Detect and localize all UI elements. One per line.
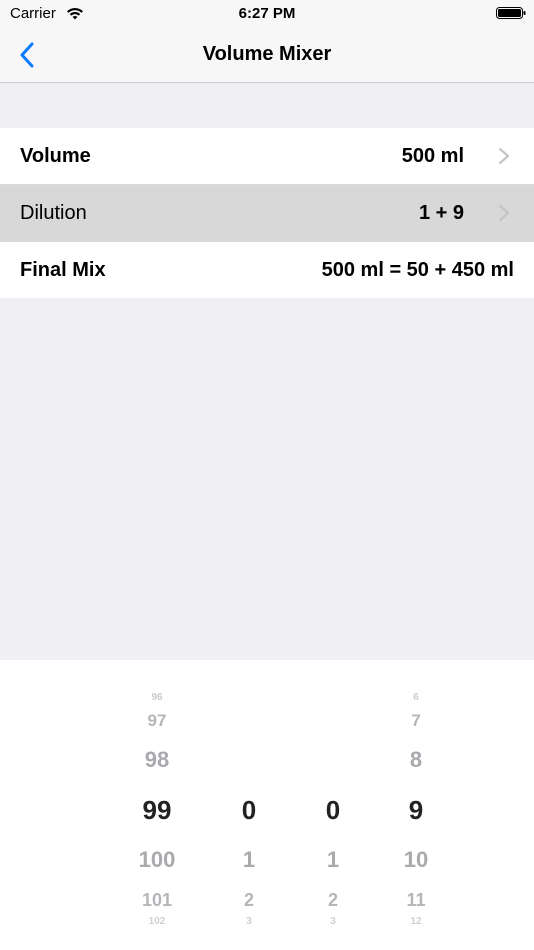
volume-row[interactable]: Volume 500 ml bbox=[0, 128, 534, 185]
picker-selected-value[interactable]: 0 bbox=[293, 797, 373, 823]
picker-option[interactable]: 1 bbox=[209, 849, 289, 871]
status-bar: Carrier 6:27 PM bbox=[0, 0, 534, 28]
picker-option[interactable]: 6 bbox=[376, 693, 456, 703]
picker-selected-value[interactable]: 99 bbox=[117, 797, 197, 823]
picker-option[interactable]: 7 bbox=[376, 712, 456, 729]
picker-option[interactable]: 12 bbox=[376, 917, 456, 927]
picker-option[interactable]: 102 bbox=[117, 917, 197, 927]
picker-option[interactable]: 3 bbox=[209, 917, 289, 927]
page-title: Volume Mixer bbox=[202, 43, 332, 65]
picker-option[interactable]: 97 bbox=[117, 712, 197, 729]
picker-selected-value[interactable]: 9 bbox=[376, 797, 456, 823]
picker-column[interactable]: 0 1 2 3 bbox=[209, 660, 289, 950]
volume-label: Volume bbox=[20, 145, 91, 167]
picker-option[interactable]: 2 bbox=[293, 891, 373, 909]
navigation-bar: Volume Mixer bbox=[0, 28, 534, 83]
picker-option[interactable]: 10 bbox=[376, 849, 456, 871]
chevron-right-icon bbox=[498, 148, 510, 164]
final-mix-label: Final Mix bbox=[20, 259, 106, 281]
picker-column[interactable]: 99 98 97 96 100 101 102 bbox=[117, 660, 197, 950]
chevron-right-icon bbox=[498, 205, 510, 221]
final-mix-value: 500 ml = 50 + 450 ml bbox=[321, 259, 514, 281]
picker-option[interactable]: 100 bbox=[117, 849, 197, 871]
dilution-label: Dilution bbox=[20, 202, 87, 224]
picker-option[interactable]: 96 bbox=[117, 693, 197, 703]
picker-option[interactable]: 2 bbox=[209, 891, 289, 909]
picker-option[interactable]: 101 bbox=[117, 891, 197, 909]
final-mix-row: Final Mix 500 ml = 50 + 450 ml bbox=[0, 242, 534, 298]
picker-option[interactable]: 8 bbox=[376, 749, 456, 771]
dilution-row[interactable]: Dilution 1 + 9 bbox=[0, 185, 534, 242]
picker-option[interactable]: 11 bbox=[376, 891, 456, 909]
picker-option[interactable]: 3 bbox=[293, 917, 373, 927]
picker-selected-value[interactable]: 0 bbox=[209, 797, 289, 823]
picker-option[interactable]: 1 bbox=[293, 849, 373, 871]
status-time: 6:27 PM bbox=[238, 5, 296, 22]
dilution-value: 1 + 9 bbox=[418, 202, 464, 224]
picker-option[interactable]: 98 bbox=[117, 749, 197, 771]
volume-value: 500 ml bbox=[401, 145, 464, 167]
picker-column[interactable]: 0 1 2 3 bbox=[293, 660, 373, 950]
settings-table: Volume 500 ml Dilution 1 + 9 Final Mix 5… bbox=[0, 128, 534, 298]
dilution-picker[interactable]: 99 98 97 96 100 101 102 0 1 2 3 0 1 2 3 9 8 7 6 10 11 12 bbox=[0, 660, 534, 950]
picker-column[interactable]: 9 8 7 6 10 11 12 bbox=[376, 660, 456, 950]
battery-icon bbox=[496, 7, 526, 19]
